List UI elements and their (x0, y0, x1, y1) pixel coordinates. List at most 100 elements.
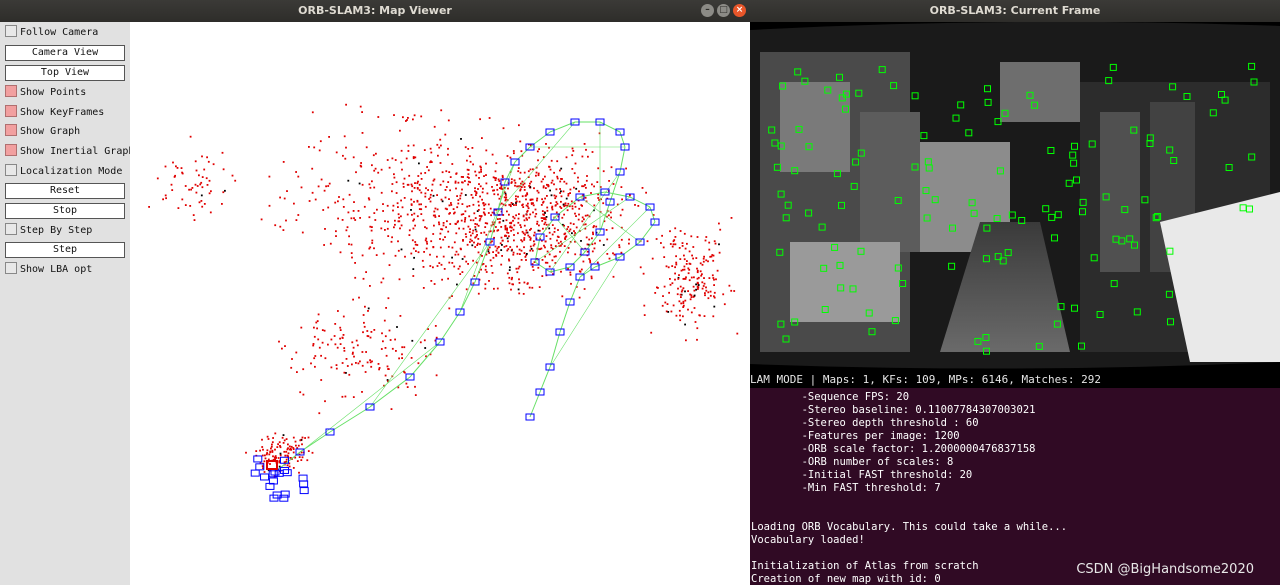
map-point (432, 214, 435, 217)
map-point (300, 326, 303, 329)
map-point (575, 187, 578, 190)
map-point (427, 189, 429, 191)
checkbox-checked-icon[interactable] (5, 124, 17, 136)
checkbox-icon[interactable] (5, 164, 17, 176)
map-point (399, 315, 402, 317)
checkbox-icon[interactable] (5, 262, 17, 274)
top-view-button[interactable]: Top View (5, 65, 125, 81)
localization-mode-checkbox[interactable]: Localization Mode (5, 164, 122, 180)
map-point (685, 339, 687, 342)
map-point (696, 277, 699, 280)
minimize-icon[interactable]: – (701, 4, 714, 17)
map-point (361, 183, 364, 186)
map-point (339, 326, 342, 329)
map-point (722, 293, 725, 296)
map-point (519, 224, 522, 226)
map-point (527, 170, 530, 173)
map-point (680, 296, 682, 298)
close-icon[interactable]: × (733, 4, 746, 17)
checkbox-checked-icon[interactable] (5, 85, 17, 97)
map-point (485, 162, 487, 165)
map-point (388, 264, 391, 266)
camera-view-button[interactable]: Camera View (5, 45, 125, 61)
map-point (537, 172, 540, 175)
reset-button[interactable]: Reset (5, 183, 125, 199)
map-point (592, 226, 595, 229)
map-point (384, 220, 386, 223)
map-point (567, 194, 570, 197)
map-point (541, 275, 544, 277)
checkbox-checked-icon[interactable] (5, 144, 17, 156)
map-point (279, 196, 281, 199)
map-point (287, 452, 290, 455)
map-point (679, 285, 682, 288)
map-point (718, 222, 720, 225)
map-point (365, 351, 367, 353)
map-point (245, 451, 247, 454)
current-frame-titlebar[interactable]: ORB-SLAM3: Current Frame (750, 0, 1280, 22)
map-point (188, 188, 190, 191)
map-point (401, 353, 403, 356)
map-point (337, 217, 339, 220)
map-point (444, 133, 447, 136)
follow-camera-checkbox[interactable]: Follow Camera (5, 25, 98, 41)
map-point (402, 182, 405, 185)
map-point (555, 201, 558, 203)
map-point (410, 183, 413, 186)
map-point (456, 221, 459, 224)
map-point (525, 229, 528, 232)
map-point (311, 191, 314, 194)
map-point (560, 190, 562, 193)
step-button[interactable]: Step (5, 242, 125, 258)
map-point (481, 191, 484, 194)
map-point (461, 258, 464, 260)
keyframe-marker (260, 473, 270, 481)
map-point (329, 242, 332, 245)
map-point (518, 265, 521, 268)
map-point (523, 237, 526, 239)
map-point (455, 250, 458, 253)
map-point (437, 154, 439, 157)
map-point (352, 210, 355, 212)
show-lba-opt-checkbox[interactable]: Show LBA opt (5, 262, 92, 278)
stop-button[interactable]: Stop (5, 203, 125, 219)
map-point (602, 202, 605, 205)
map-point (691, 254, 693, 257)
map-point (455, 173, 458, 175)
graph-edge (569, 276, 581, 303)
map-point (506, 272, 509, 275)
show-graph-checkbox[interactable]: Show Graph (5, 124, 80, 140)
map-point (542, 201, 544, 204)
map-3d-canvas[interactable] (130, 22, 750, 585)
step-by-step-checkbox[interactable]: Step By Step (5, 223, 92, 239)
show-keyframes-checkbox[interactable]: Show KeyFrames (5, 105, 104, 121)
show-points-checkbox[interactable]: Show Points (5, 85, 86, 101)
map-point (419, 341, 422, 344)
map-point (493, 193, 496, 196)
map-point (445, 170, 448, 173)
map-point (320, 379, 323, 381)
map-point (565, 197, 568, 200)
map-point (461, 203, 464, 205)
map-point (573, 202, 576, 205)
map-point (477, 238, 480, 240)
map-point (307, 450, 310, 452)
map-point (404, 255, 406, 258)
maximize-icon[interactable]: □ (717, 4, 730, 17)
map-viewer-titlebar[interactable]: ORB-SLAM3: Map Viewer – □ × (0, 0, 750, 22)
show-inertial-graph-checkbox[interactable]: Show Inertial Graph (5, 144, 134, 160)
checkbox-icon[interactable] (5, 223, 17, 235)
map-point (446, 220, 448, 223)
map-point (353, 355, 355, 358)
map-point (562, 190, 565, 193)
terminal-output[interactable]: -Sequence FPS: 20 -Stereo baseline: 0.11… (750, 388, 1280, 585)
map-point (448, 171, 451, 173)
map-point (499, 242, 502, 245)
map-point (453, 241, 456, 244)
map-point (418, 183, 421, 186)
map-point (485, 233, 488, 236)
map-point (537, 229, 540, 232)
checkbox-checked-icon[interactable] (5, 105, 17, 117)
checkbox-icon[interactable] (5, 25, 17, 37)
map-point (596, 181, 599, 183)
